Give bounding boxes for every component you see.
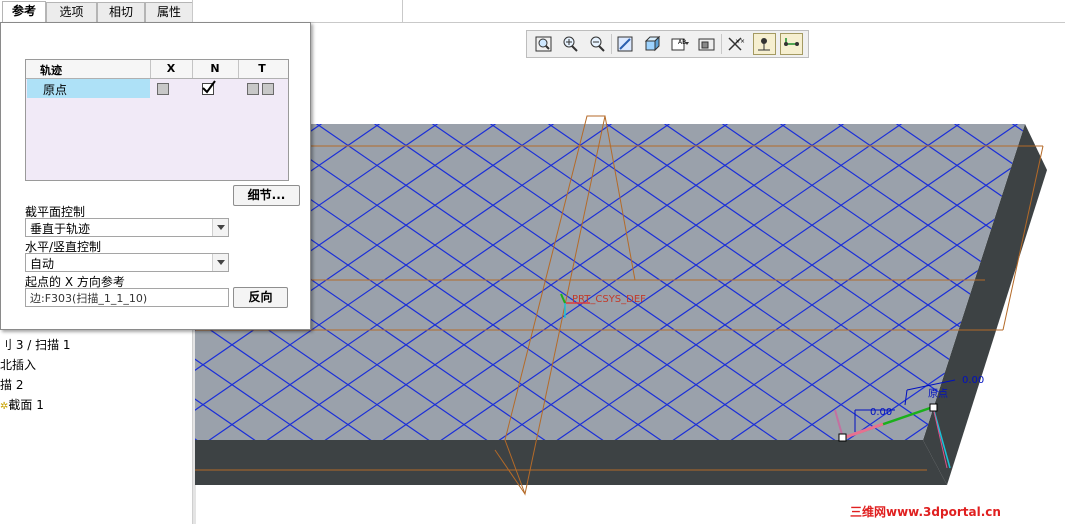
details-button[interactable]: 细节... [233, 185, 300, 206]
tab-options[interactable]: 选项 [46, 2, 97, 22]
tree-item[interactable]: 北插入 [0, 356, 36, 373]
model-top-surface [195, 124, 1025, 440]
start-x-ref-collector[interactable]: 边:F303(扫描_1_1_10) [25, 288, 229, 307]
origin-label: 原点 [928, 388, 948, 400]
tree-item[interactable]: ✲截面 1 [0, 396, 44, 413]
column-trajectory: 轨迹 [40, 64, 62, 77]
column-n: N [210, 62, 220, 75]
horiz-vert-control-select[interactable]: 自动 [25, 253, 229, 272]
trajectory-name-cell[interactable]: 原点 [27, 79, 150, 98]
toolbar-separator [611, 34, 612, 54]
saved-views-icon[interactable]: AB [669, 34, 690, 54]
chevron-down-icon [212, 219, 228, 236]
repaint-icon[interactable] [615, 34, 636, 54]
zoom-out-icon[interactable] [587, 34, 608, 54]
dimension-value: 0.00 [870, 407, 892, 418]
trajectory-name: 原点 [43, 83, 68, 97]
dashboard-tab-strip: 参考 选项 相切 属性 [0, 0, 1065, 23]
svg-text:××: ×× [735, 38, 745, 45]
t-checkbox[interactable] [247, 83, 259, 95]
datum-display-icon[interactable]: ×× [725, 34, 746, 54]
horiz-vert-control-value: 自动 [30, 257, 55, 271]
n-checkbox[interactable] [202, 80, 216, 95]
zoom-in-icon[interactable] [560, 34, 581, 54]
references-panel: 轨迹 X N T 原点 细节... 截平面控制 垂直于轨迹 水平/竖直控制 自动 [0, 22, 311, 330]
tree-item-label: 截面 1 [8, 398, 44, 412]
graphics-viewport[interactable]: PRT_CSYS_DEF 0.00 0.00 原点 [195, 60, 1065, 524]
graphics-toolbar: AB ×× [526, 30, 809, 58]
watermark: 三维网www.3dportal.cn [850, 505, 1001, 519]
tab-properties[interactable]: 属性 [145, 2, 193, 22]
view-manager-icon[interactable] [696, 34, 717, 54]
tree-item[interactable]: 刂 3 / 扫描 1 [0, 336, 71, 353]
dimension-value: 0.00 [962, 375, 984, 386]
tab-tangency[interactable]: 相切 [97, 2, 145, 22]
tree-item[interactable]: 描 2 [0, 376, 23, 393]
csys-label: PRT_CSYS_DEF [572, 294, 646, 305]
toolbar-separator [721, 34, 722, 54]
shading-icon[interactable] [642, 34, 663, 54]
t-checkbox[interactable] [262, 83, 274, 95]
section-plane-control-value: 垂直于轨迹 [30, 222, 91, 236]
section-plane-control-select[interactable]: 垂直于轨迹 [25, 218, 229, 237]
refit-icon[interactable] [533, 34, 554, 54]
svg-text:AB: AB [678, 39, 686, 46]
trajectory-table-header: 轨迹 X N T [26, 60, 288, 79]
trajectory-table: 轨迹 X N T 原点 [25, 59, 289, 181]
checkmark-icon [202, 80, 216, 94]
table-row[interactable]: 原点 [26, 79, 288, 98]
start-x-ref-value: 边:F303(扫描_1_1_10) [30, 292, 148, 305]
csys-display-icon[interactable] [780, 33, 803, 55]
tab-references[interactable]: 参考 [2, 1, 46, 23]
column-x: X [166, 62, 176, 75]
column-t: T [258, 62, 266, 75]
tab-divider [402, 0, 403, 22]
flip-button[interactable]: 反向 [233, 287, 288, 308]
x-checkbox[interactable] [157, 83, 169, 95]
model-front-face [195, 440, 947, 485]
chevron-down-icon [212, 254, 228, 271]
annotation-display-icon[interactable] [753, 33, 776, 55]
tab-divider [192, 0, 193, 22]
